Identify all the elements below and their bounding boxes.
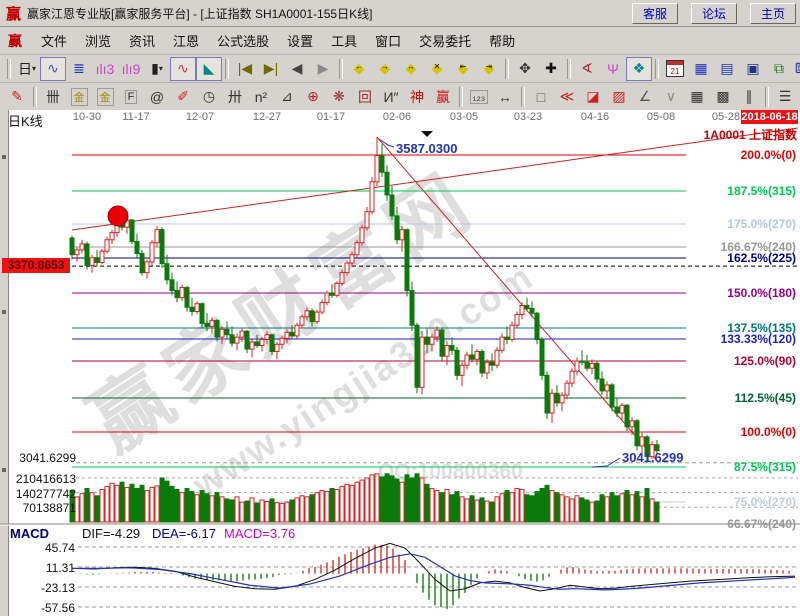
chart-plot [0,0,800,616]
